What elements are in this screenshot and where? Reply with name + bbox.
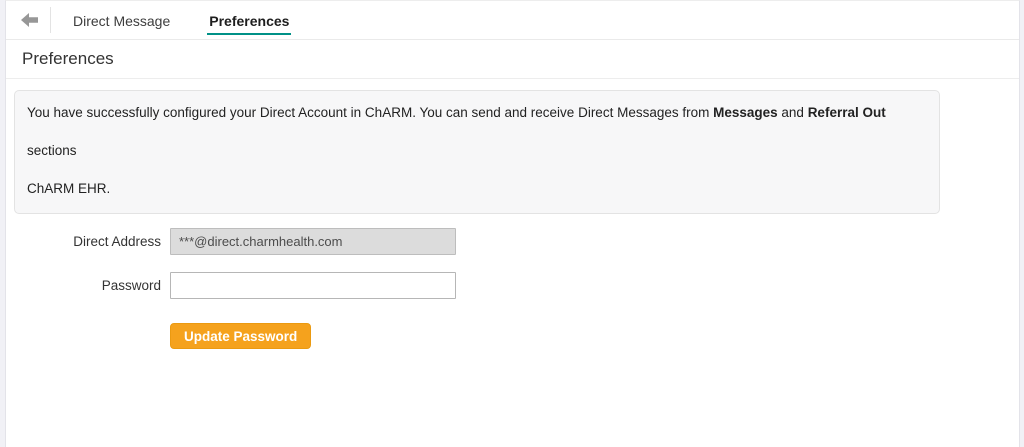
top-tab-bar: Direct Message Preferences (6, 1, 1019, 40)
toolbar-divider (50, 7, 51, 33)
button-row: Update Password (170, 323, 1019, 349)
info-text-middle: and (777, 105, 808, 120)
tab-preferences[interactable]: Preferences (207, 13, 292, 35)
info-message-text: You have successfully configured your Di… (27, 94, 927, 208)
update-password-button[interactable]: Update Password (170, 323, 312, 349)
info-text-line2: ChARM EHR. (27, 181, 111, 196)
back-arrow-icon (21, 13, 39, 27)
heading-bar: Preferences (6, 40, 1019, 79)
direct-address-label: Direct Address (73, 234, 161, 249)
info-bold-referral-out: Referral Out (807, 105, 886, 120)
tab-direct-message[interactable]: Direct Message (71, 13, 172, 35)
password-row: Password (6, 272, 1019, 299)
password-label: Password (101, 278, 161, 293)
direct-address-input (170, 228, 456, 255)
info-text-after: sections (27, 143, 77, 158)
info-message-box: You have successfully configured your Di… (14, 90, 940, 214)
back-button[interactable] (18, 8, 42, 32)
info-bold-messages: Messages (713, 105, 778, 120)
info-text-before: You have successfully configured your Di… (27, 105, 714, 120)
direct-address-row: Direct Address (6, 228, 1019, 255)
preferences-panel: Direct Message Preferences Preferences Y… (5, 0, 1020, 447)
preferences-form: Direct Address Password Update Password (6, 228, 1019, 349)
password-input[interactable] (170, 272, 456, 299)
page-title: Preferences (22, 49, 114, 68)
